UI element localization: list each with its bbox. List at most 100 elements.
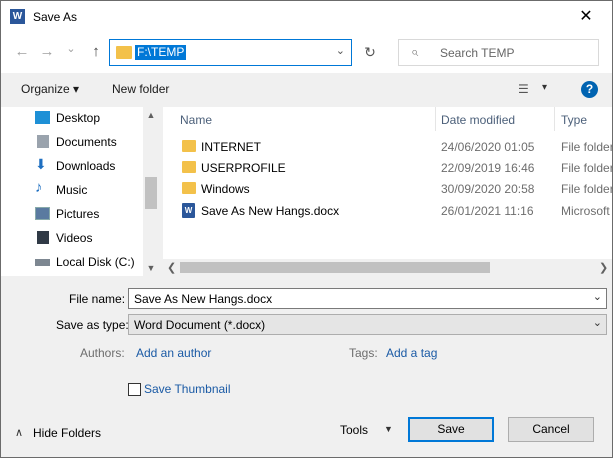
file-name-field[interactable]: Save As New Hangs.docx ⌄ bbox=[128, 288, 607, 309]
scroll-up-icon[interactable]: ▲ bbox=[143, 110, 159, 120]
sidebar-item-label: Videos bbox=[56, 231, 93, 245]
chevron-down-icon[interactable]: ⌄ bbox=[336, 44, 345, 57]
scrollbar-thumb[interactable] bbox=[180, 262, 490, 273]
hide-folders-label: Hide Folders bbox=[33, 426, 102, 440]
close-icon[interactable]: ✕ bbox=[561, 1, 611, 33]
up-arrow-icon[interactable]: ↑ bbox=[86, 42, 106, 62]
table-row[interactable]: W Save As New Hangs.docx 26/01/2021 11:1… bbox=[163, 201, 612, 221]
scroll-left-icon[interactable]: ❮ bbox=[167, 261, 176, 274]
command-bar: Organize ▾ New folder ☰ ▾ ? bbox=[1, 73, 612, 107]
address-text[interactable]: F:\TEMP bbox=[135, 45, 187, 60]
sidebar-item-local-disk[interactable]: Local Disk (C:) bbox=[35, 252, 145, 272]
sidebar-item-documents[interactable]: Documents bbox=[35, 132, 145, 152]
save-thumbnail-checkbox[interactable] bbox=[128, 383, 141, 396]
desktop-icon bbox=[35, 111, 50, 124]
file-date: 26/01/2021 11:16 bbox=[441, 204, 534, 218]
view-chevron-icon[interactable]: ▾ bbox=[542, 82, 547, 93]
search-input[interactable]: Search TEMP bbox=[440, 46, 514, 60]
table-row[interactable]: Windows 30/09/2020 20:58 File folder bbox=[163, 179, 612, 199]
file-date: 24/06/2020 01:05 bbox=[441, 140, 535, 154]
file-list-scrollbar[interactable]: ❮ ❯ bbox=[163, 259, 612, 276]
folder-icon bbox=[182, 182, 196, 194]
tools-button[interactable]: Tools ▼ bbox=[340, 423, 393, 437]
pictures-icon bbox=[35, 207, 50, 220]
table-row[interactable]: INTERNET 24/06/2020 01:05 File folder bbox=[163, 137, 612, 157]
search-icon: ⌕ bbox=[411, 44, 419, 59]
save-thumbnail-label[interactable]: Save Thumbnail bbox=[144, 382, 231, 396]
add-author-link[interactable]: Add an author bbox=[136, 346, 211, 360]
authors-label: Authors: bbox=[80, 346, 125, 360]
file-name: USERPROFILE bbox=[201, 161, 286, 175]
file-type: File folder bbox=[561, 140, 612, 154]
folder-icon bbox=[182, 161, 196, 173]
refresh-icon[interactable]: ↻ bbox=[359, 41, 381, 63]
scroll-down-icon[interactable]: ▼ bbox=[143, 263, 159, 273]
save-type-value[interactable]: Word Document (*.docx) bbox=[134, 318, 265, 332]
tags-label: Tags: bbox=[349, 346, 378, 360]
tools-label: Tools bbox=[340, 423, 369, 437]
sidebar-item-label: Pictures bbox=[56, 207, 100, 221]
save-type-label: Save as type: bbox=[56, 318, 129, 332]
local-disk-icon bbox=[35, 259, 50, 266]
sort-ascending-icon: ⌃ bbox=[299, 107, 307, 113]
address-bar[interactable]: F:\TEMP ⌄ bbox=[109, 39, 352, 66]
sidebar-item-label: Music bbox=[56, 183, 88, 197]
file-type: File folder bbox=[561, 182, 612, 196]
save-as-dialog: W Save As ✕ ← → ⌄ ↑ F:\TEMP ⌄ ↻ ⌕ Search… bbox=[0, 0, 613, 458]
sidebar-item-label: Downloads bbox=[56, 159, 116, 173]
file-name: INTERNET bbox=[201, 140, 261, 154]
scrollbar-thumb[interactable] bbox=[145, 177, 157, 209]
file-type: Microsoft bbox=[561, 204, 610, 218]
sidebar-item-music[interactable]: ♪ Music bbox=[35, 180, 145, 200]
sidebar-item-desktop[interactable]: Desktop bbox=[35, 108, 145, 128]
column-header-type[interactable]: Type bbox=[561, 113, 587, 127]
column-header-name[interactable]: Name bbox=[180, 113, 212, 127]
back-arrow-icon[interactable]: ← bbox=[12, 42, 32, 62]
sidebar-item-label: Desktop bbox=[56, 111, 101, 125]
documents-icon bbox=[37, 135, 49, 148]
window-title: Save As bbox=[33, 10, 78, 24]
file-name: Windows bbox=[201, 182, 250, 196]
title-bar[interactable]: W Save As ✕ bbox=[1, 1, 612, 33]
scroll-right-icon[interactable]: ❯ bbox=[599, 261, 608, 274]
cancel-button[interactable]: Cancel bbox=[508, 417, 594, 442]
column-divider[interactable] bbox=[554, 107, 555, 131]
chevron-up-icon: ∧ bbox=[15, 427, 24, 439]
search-box[interactable]: ⌕ Search TEMP bbox=[398, 39, 599, 66]
sidebar-scrollbar[interactable]: ▲ ▼ bbox=[143, 107, 159, 276]
view-options-icon[interactable]: ☰ bbox=[518, 83, 534, 95]
forward-arrow-icon[interactable]: → bbox=[37, 42, 57, 62]
file-date: 30/09/2020 20:58 bbox=[441, 182, 535, 196]
word-app-icon: W bbox=[10, 9, 25, 24]
sidebar-item-downloads[interactable]: ⬇ Downloads bbox=[35, 156, 145, 176]
file-name-value[interactable]: Save As New Hangs.docx bbox=[134, 292, 272, 306]
file-name-label: File name: bbox=[69, 292, 126, 306]
save-button[interactable]: Save bbox=[408, 417, 494, 442]
organize-button[interactable]: Organize ▾ bbox=[21, 82, 79, 96]
videos-icon bbox=[37, 231, 49, 244]
chevron-down-icon[interactable]: ⌄ bbox=[593, 316, 602, 329]
sidebar-item-label: Documents bbox=[56, 135, 117, 149]
table-row[interactable]: USERPROFILE 22/09/2019 16:46 File folder bbox=[163, 158, 612, 178]
help-icon[interactable]: ? bbox=[581, 81, 598, 98]
chevron-down-icon[interactable]: ⌄ bbox=[593, 290, 602, 303]
sidebar-item-pictures[interactable]: Pictures bbox=[35, 204, 145, 224]
file-date: 22/09/2019 16:46 bbox=[441, 161, 535, 175]
downloads-icon: ⬇ bbox=[35, 156, 47, 172]
file-list: ⌃ Name Date modified Type INTERNET 24/06… bbox=[163, 107, 612, 276]
music-icon: ♪ bbox=[35, 179, 43, 196]
navigation-bar: ← → ⌄ ↑ F:\TEMP ⌄ ↻ ⌕ Search TEMP bbox=[1, 33, 612, 73]
new-folder-button[interactable]: New folder bbox=[112, 82, 169, 96]
column-header-date[interactable]: Date modified bbox=[441, 113, 515, 127]
save-type-select[interactable]: Word Document (*.docx) ⌄ bbox=[128, 314, 607, 335]
sidebar-item-videos[interactable]: Videos bbox=[35, 228, 145, 248]
navigation-pane: Desktop Documents ⬇ Downloads ♪ Music Pi… bbox=[1, 107, 159, 276]
folder-icon bbox=[116, 46, 132, 59]
file-type: File folder bbox=[561, 161, 612, 175]
chevron-down-icon: ▼ bbox=[384, 424, 393, 434]
add-tag-link[interactable]: Add a tag bbox=[386, 346, 437, 360]
sidebar-item-label: Local Disk (C:) bbox=[56, 255, 135, 269]
file-name: Save As New Hangs.docx bbox=[201, 204, 340, 218]
recent-locations-chevron-icon[interactable]: ⌄ bbox=[61, 39, 81, 59]
column-divider[interactable] bbox=[435, 107, 436, 131]
